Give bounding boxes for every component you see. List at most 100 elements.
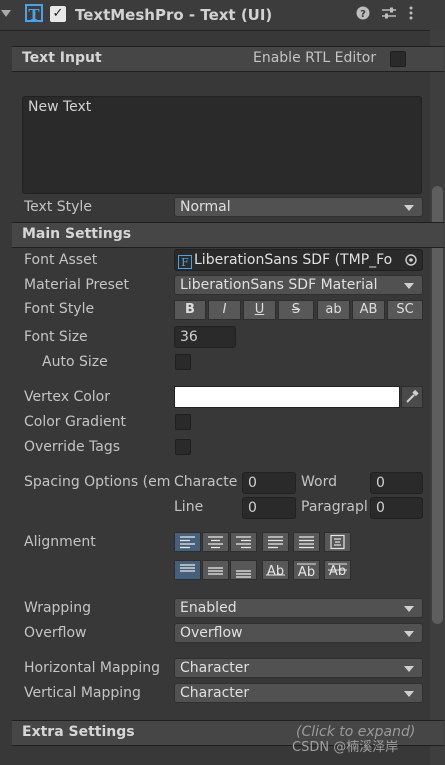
- align-midline-button[interactable]: Ab: [293, 560, 320, 580]
- text-style-label: Text Style: [24, 199, 92, 215]
- align-bottom-icon: [236, 570, 251, 578]
- align-geometry-center-button[interactable]: [324, 532, 351, 552]
- vertex-color-label: Vertex Color: [24, 389, 111, 405]
- font-style-italic-button[interactable]: I: [208, 300, 241, 320]
- chevron-down-icon: [404, 205, 414, 211]
- align-top-button[interactable]: [174, 560, 201, 580]
- section-title: Main Settings: [22, 226, 132, 242]
- character-spacing-label: Characte: [174, 474, 238, 490]
- watermark: CSDN @楠溪泽岸: [292, 740, 399, 755]
- align-bottom-button[interactable]: [230, 560, 257, 580]
- align-right-button[interactable]: [230, 532, 257, 552]
- align-left-button[interactable]: [174, 532, 201, 552]
- rtl-editor-checkbox[interactable]: [390, 51, 406, 67]
- align-right-icon: [236, 536, 251, 549]
- material-preset-label: Material Preset: [24, 277, 129, 293]
- svg-text:Ab: Ab: [267, 564, 284, 579]
- text-input-area[interactable]: New Text: [22, 96, 422, 194]
- align-justified-icon: [268, 536, 283, 549]
- align-capline-icon: Ab: [328, 563, 347, 579]
- chevron-down-icon: [404, 666, 414, 672]
- font-asset-label: Font Asset: [24, 252, 98, 268]
- wrapping-dropdown[interactable]: Enabled: [174, 598, 423, 618]
- horizontal-mapping-dropdown[interactable]: Character: [174, 658, 423, 678]
- text-style-value: Normal: [180, 199, 231, 215]
- section-text-input[interactable]: Text Input Enable RTL Editor: [12, 46, 444, 72]
- font-style-strikethrough-button[interactable]: S: [278, 300, 314, 320]
- align-geometry-center-icon: [330, 534, 345, 550]
- color-gradient-label: Color Gradient: [24, 414, 126, 430]
- horizontal-mapping-label: Horizontal Mapping: [24, 660, 161, 676]
- character-spacing-input[interactable]: 0: [242, 472, 296, 494]
- font-style-bold-button[interactable]: B: [174, 300, 206, 320]
- font-style-label: Font Style: [24, 301, 95, 317]
- font-style-underline-button[interactable]: U: [243, 300, 276, 320]
- wrapping-value: Enabled: [180, 600, 237, 616]
- overflow-dropdown[interactable]: Overflow: [174, 623, 423, 643]
- svg-text:Ab: Ab: [329, 564, 346, 579]
- section-title: Text Input: [22, 50, 102, 66]
- align-capline-button[interactable]: Ab: [324, 560, 351, 580]
- material-preset-dropdown[interactable]: LiberationSans SDF Material: [174, 275, 423, 295]
- align-center-icon: [208, 536, 223, 549]
- chevron-down-icon: [404, 606, 414, 612]
- align-middle-icon: [208, 567, 223, 575]
- font-asset-icon: F: [178, 255, 192, 269]
- chevron-down-icon: [404, 691, 414, 697]
- word-spacing-label: Word: [301, 474, 337, 490]
- svg-text:Ab: Ab: [298, 565, 315, 579]
- vertical-mapping-label: Vertical Mapping: [24, 685, 141, 701]
- align-justified-button[interactable]: [262, 532, 289, 552]
- foldout-arrow-icon[interactable]: [1, 10, 11, 17]
- presets-icon[interactable]: [381, 6, 397, 24]
- object-picker-icon[interactable]: [400, 250, 422, 270]
- more-menu-icon[interactable]: [408, 6, 414, 24]
- section-main-settings[interactable]: Main Settings: [12, 222, 444, 248]
- svg-text:?: ?: [360, 9, 366, 20]
- align-top-icon: [180, 564, 195, 572]
- color-gradient-checkbox[interactable]: [175, 414, 191, 430]
- align-baseline-icon: Ab: [266, 564, 285, 579]
- align-baseline-button[interactable]: Ab: [262, 560, 289, 580]
- font-style-uppercase-button[interactable]: AB: [352, 300, 385, 320]
- help-icon[interactable]: ?: [356, 6, 370, 24]
- chevron-down-icon: [404, 631, 414, 637]
- override-tags-checkbox[interactable]: [175, 439, 191, 455]
- eyedropper-icon[interactable]: [401, 386, 423, 408]
- material-preset-value: LiberationSans SDF Material: [180, 277, 378, 293]
- font-style-smallcaps-button[interactable]: SC: [387, 300, 423, 320]
- paragraph-spacing-input[interactable]: 0: [370, 497, 423, 519]
- overflow-label: Overflow: [24, 625, 87, 641]
- spacing-options-label: Spacing Options (em: [24, 474, 171, 490]
- align-midline-icon: Ab: [297, 563, 316, 579]
- rtl-editor-label: Enable RTL Editor: [253, 50, 377, 66]
- vertical-mapping-dropdown[interactable]: Character: [174, 683, 423, 703]
- align-flush-icon: [299, 536, 314, 549]
- wrapping-label: Wrapping: [24, 600, 91, 616]
- horizontal-mapping-value: Character: [180, 660, 250, 676]
- chevron-down-icon: [404, 283, 414, 289]
- align-center-button[interactable]: [202, 532, 229, 552]
- component-header: T ✓ TextMeshPro - Text (UI) ?: [0, 0, 445, 31]
- align-left-icon: [180, 536, 195, 549]
- align-middle-button[interactable]: [202, 560, 229, 580]
- line-spacing-input[interactable]: 0: [242, 497, 296, 519]
- component-enabled-checkbox[interactable]: ✓: [50, 6, 66, 22]
- line-spacing-label: Line: [174, 499, 204, 515]
- word-spacing-input[interactable]: 0: [370, 472, 423, 494]
- font-style-lowercase-button[interactable]: ab: [317, 300, 350, 320]
- font-size-input[interactable]: 36: [174, 326, 236, 348]
- auto-size-checkbox[interactable]: [175, 354, 191, 370]
- text-style-dropdown[interactable]: Normal: [174, 197, 423, 217]
- font-asset-field[interactable]: F LiberationSans SDF (TMP_Fo: [174, 249, 423, 271]
- align-flush-button[interactable]: [293, 532, 320, 552]
- paragraph-spacing-label: Paragrapl: [301, 499, 368, 515]
- auto-size-label: Auto Size: [42, 354, 108, 370]
- scrollbar-thumb[interactable]: [432, 186, 443, 624]
- alignment-label: Alignment: [24, 534, 96, 550]
- vertex-color-swatch[interactable]: [174, 386, 400, 408]
- overflow-value: Overflow: [180, 625, 243, 641]
- font-size-label: Font Size: [24, 329, 88, 345]
- override-tags-label: Override Tags: [24, 439, 121, 455]
- vertical-mapping-value: Character: [180, 685, 250, 701]
